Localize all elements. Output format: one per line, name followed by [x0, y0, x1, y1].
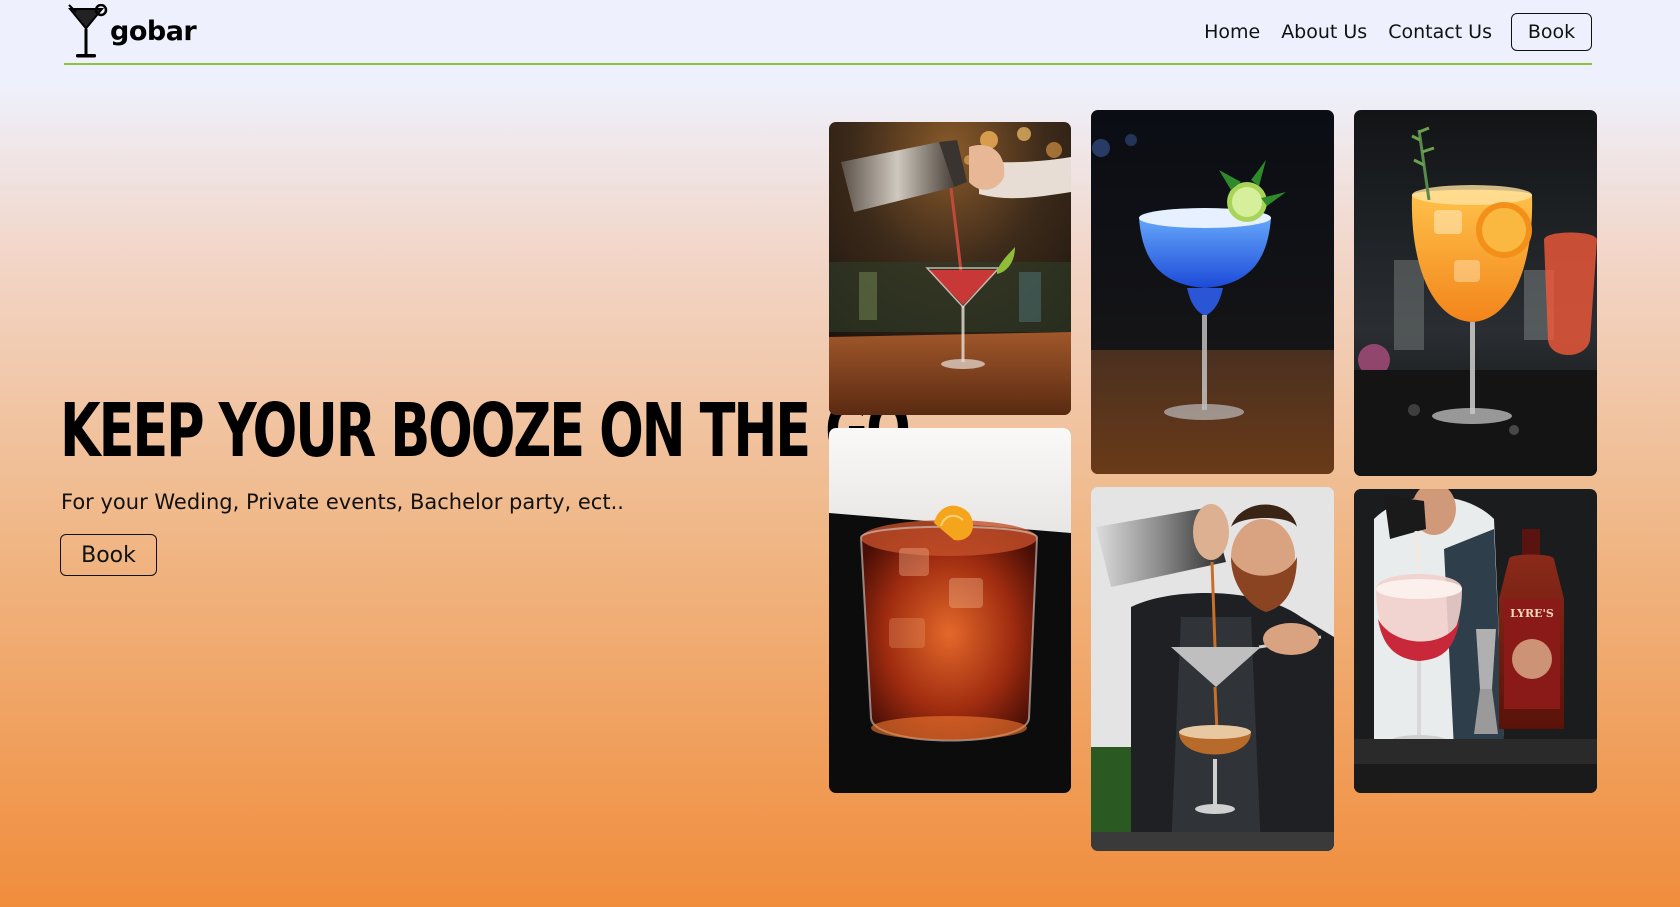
- hero-book-button[interactable]: Book: [60, 534, 157, 576]
- navbar: gobar Home About Us Contact Us Book: [64, 0, 1592, 65]
- bartender-straining-cocktail-photo: [1091, 487, 1334, 851]
- nav-book-button[interactable]: Book: [1511, 13, 1592, 51]
- bartender-shaker-martini-photo: [829, 122, 1071, 415]
- negroni-rocks-photo: [829, 428, 1071, 793]
- orange-spritz-photo: [1354, 110, 1597, 476]
- rose-wine-pour-photo: LYRE'S: [1354, 489, 1597, 793]
- bottle-label-text: LYRE'S: [1510, 607, 1554, 620]
- nav-link-about-us[interactable]: About Us: [1281, 21, 1367, 43]
- nav-link-home[interactable]: Home: [1204, 21, 1260, 43]
- hero-subtitle: For your Weding, Private events, Bachelo…: [61, 490, 624, 514]
- logo[interactable]: gobar: [64, 4, 197, 62]
- logo-text: gobar: [110, 16, 197, 47]
- cocktail-glass-icon: [68, 4, 108, 58]
- blue-margarita-photo: [1091, 110, 1334, 474]
- nav-links: Home About Us Contact Us Book: [1183, 13, 1592, 51]
- nav-link-contact-us[interactable]: Contact Us: [1388, 21, 1492, 43]
- hero-title: KEEP YOUR BOOZE ON THE GO: [60, 388, 911, 474]
